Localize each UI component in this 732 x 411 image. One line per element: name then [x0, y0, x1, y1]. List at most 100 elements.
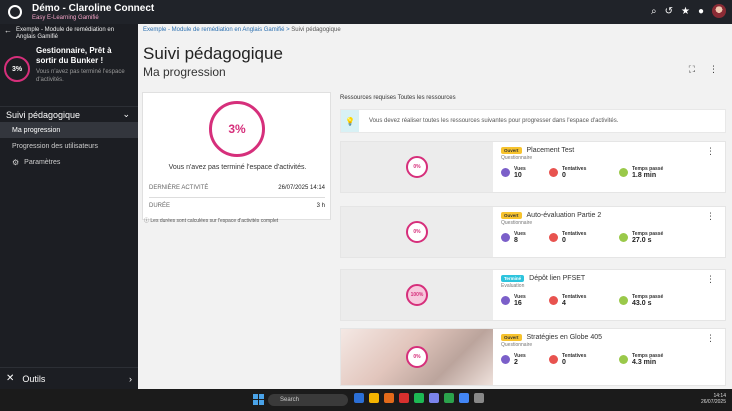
resource-type: Questionnaire	[501, 342, 533, 348]
divider	[149, 197, 325, 198]
attempts-count: 0	[562, 172, 566, 179]
views-count: 8	[514, 237, 518, 244]
file-explorer-icon[interactable]	[369, 393, 379, 403]
attempts-count: 0	[562, 237, 566, 244]
resource-card[interactable]: 100% Terminé Dépôt lien PFSET Evaluation…	[340, 269, 726, 321]
sidebar-item-ma-progression[interactable]: Ma progression	[0, 122, 138, 138]
time-spent: 43.0 s	[632, 300, 652, 307]
more-options-icon[interactable]: ⋮	[706, 211, 715, 222]
taskbar-apps	[354, 393, 484, 403]
duration-note: ⓘ Les durées sont calculées sur l'espace…	[144, 217, 278, 224]
favorites-icon[interactable]: ★	[681, 6, 690, 17]
sidebar-card-title: Gestionnaire, Prêt à sortir du Bunker !	[36, 46, 112, 65]
sidebar-item-label: Ma progression	[12, 126, 61, 134]
resource-progress: 0%	[406, 156, 428, 178]
status-badge: Ouvert	[501, 212, 522, 219]
eye-icon	[501, 296, 510, 305]
sidebar-card-subtitle: Vous n'avez pas terminé l'espace d'activ…	[36, 69, 125, 83]
progress-badge: 3%	[4, 56, 30, 82]
resources-filter[interactable]: Ressources requises Toutes les ressource…	[340, 95, 456, 101]
sidebar-section-suivi[interactable]: Suivi pédagogique ⌄	[0, 106, 138, 122]
resource-type: Questionnaire	[501, 220, 533, 226]
sidebar-course-link[interactable]: ← Exemple - Module de remédiation en Ang…	[0, 24, 138, 41]
tools-icon: ✕	[6, 373, 15, 384]
views-count: 2	[514, 359, 518, 366]
clock-icon	[619, 168, 628, 177]
views-count: 16	[514, 300, 522, 307]
fullscreen-icon[interactable]: ⛶	[689, 64, 695, 75]
notifications-icon[interactable]: ●	[698, 6, 704, 17]
breadcrumb-current: Suivi pédagogique	[291, 27, 341, 33]
breadcrumb: Exemple - Module de remédiation en Angla…	[143, 27, 341, 33]
attempts-count: 4	[562, 300, 566, 307]
resource-thumbnail: 0%	[341, 329, 493, 385]
progression-card: 3% Vous n'avez pas terminé l'espace d'ac…	[142, 92, 331, 220]
windows-start-icon[interactable]	[253, 394, 264, 405]
sidebar-item-progression-utilisateurs[interactable]: Progression des utilisateurs	[0, 138, 138, 154]
teams-icon[interactable]	[429, 393, 439, 403]
last-activity-row: DERNIÈRE ACTIVITÉ 26/07/2025 14:14	[149, 185, 325, 191]
lightbulb-icon: 💡	[341, 110, 359, 132]
sidebar: ← Exemple - Module de remédiation en Ang…	[0, 24, 138, 389]
resource-progress: 100%	[406, 284, 428, 306]
taskbar-search[interactable]: Search	[268, 394, 348, 406]
eye-icon	[501, 355, 510, 364]
resource-name[interactable]: Dépôt lien PFSET	[529, 275, 585, 282]
more-options-icon[interactable]: ⋮	[709, 64, 718, 75]
more-options-icon[interactable]: ⋮	[706, 274, 715, 285]
search-icon[interactable]: ⌕	[651, 6, 657, 17]
claroline-logo-icon[interactable]	[8, 5, 22, 19]
back-arrow-icon[interactable]: ←	[4, 27, 12, 35]
app-icon[interactable]	[459, 393, 469, 403]
clock-icon	[619, 233, 628, 242]
sidebar-item-label: Paramètres	[24, 158, 61, 166]
status-badge: Ouvert	[501, 147, 522, 154]
time-spent: 1.8 min	[632, 172, 657, 179]
last-activity-value: 26/07/2025 14:14	[278, 185, 325, 191]
sidebar-tools[interactable]: ✕ Outils ›	[0, 367, 138, 389]
views-count: 10	[514, 172, 522, 179]
taskbar: Search 14:14 26/07/2025	[0, 389, 732, 411]
sidebar-item-parametres[interactable]: ⚙ Paramètres	[0, 154, 138, 170]
page-title: Suivi pédagogique	[143, 44, 283, 63]
resource-name[interactable]: Stratégies en Globe 405	[527, 334, 603, 341]
sidebar-section-label: Suivi pédagogique	[6, 109, 81, 120]
attempts-count: 0	[562, 359, 566, 366]
progress-circle: 3%	[209, 101, 265, 157]
eye-icon	[501, 233, 510, 242]
resource-progress: 0%	[406, 346, 428, 368]
brand[interactable]: Démo - Claroline Connect Easy E-Learning…	[32, 2, 155, 21]
tip-banner: 💡 Vous devez réaliser toutes les ressour…	[340, 109, 726, 133]
history-icon[interactable]: ↺	[665, 6, 673, 17]
app-icon[interactable]	[474, 393, 484, 403]
clock-icon	[619, 355, 628, 364]
clock-icon	[619, 296, 628, 305]
resource-progress: 0%	[406, 221, 428, 243]
more-options-icon[interactable]: ⋮	[706, 333, 715, 344]
avatar[interactable]	[712, 4, 726, 18]
breadcrumb-separator: >	[286, 27, 290, 33]
system-tray[interactable]: 14:14 26/07/2025	[701, 393, 726, 405]
resource-card[interactable]: 0% Ouvert Placement Test Questionnaire V…	[340, 141, 726, 193]
resource-card[interactable]: 0% Ouvert Stratégies en Globe 405 Questi…	[340, 328, 726, 386]
spotify-icon[interactable]	[414, 393, 424, 403]
resource-type: Questionnaire	[501, 155, 533, 161]
eye-icon	[501, 168, 510, 177]
breadcrumb-link[interactable]: Exemple - Module de remédiation en Angla…	[143, 27, 284, 33]
tools-label: Outils	[22, 373, 46, 384]
firefox-icon[interactable]	[384, 393, 394, 403]
app-title: Démo - Claroline Connect	[32, 2, 155, 14]
app-subtitle: Easy E-Learning Gamifié	[32, 14, 99, 21]
resource-thumbnail: 0%	[341, 207, 493, 257]
gear-icon: ⚙	[12, 157, 20, 167]
app-icon[interactable]	[399, 393, 409, 403]
outlook-icon[interactable]	[354, 393, 364, 403]
resource-name[interactable]: Placement Test	[527, 147, 575, 154]
more-options-icon[interactable]: ⋮	[706, 146, 715, 157]
chrome-icon[interactable]	[444, 393, 454, 403]
attempts-icon	[549, 355, 558, 364]
resource-card[interactable]: 0% Ouvert Auto-évaluation Partie 2 Quest…	[340, 206, 726, 258]
tip-text: Vous devez réaliser toutes les ressource…	[369, 118, 619, 124]
resource-name[interactable]: Auto-évaluation Partie 2	[527, 212, 602, 219]
attempts-icon	[549, 168, 558, 177]
